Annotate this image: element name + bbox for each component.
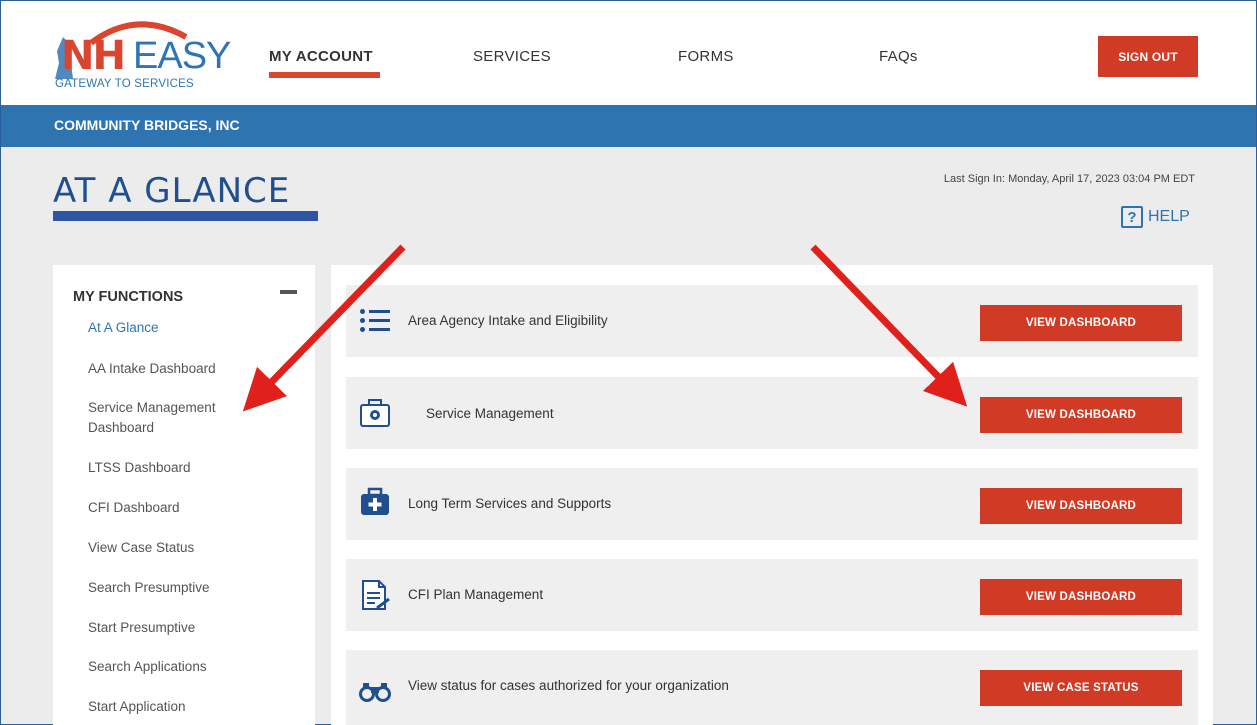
sidebar-item-aa-intake-dashboard[interactable]: AA Intake Dashboard xyxy=(88,359,288,379)
view-dashboard-button[interactable]: VIEW DASHBOARD xyxy=(980,305,1182,341)
logo-nh-text: NH xyxy=(61,33,126,79)
nheasy-logo[interactable]: NH EASY GATEWAY TO SERVICES xyxy=(51,15,231,95)
card-label: CFI Plan Management xyxy=(408,587,544,602)
sidebar-item-search-applications[interactable]: Search Applications xyxy=(88,657,288,677)
page-title: AT A GLANCE xyxy=(53,171,291,211)
sidebar-item-view-case-status[interactable]: View Case Status xyxy=(88,538,288,558)
binoculars-icon xyxy=(359,676,391,708)
card-label: Long Term Services and Supports xyxy=(408,496,612,511)
sidebar-item-start-presumptive[interactable]: Start Presumptive xyxy=(88,618,288,638)
list-icon xyxy=(359,305,391,337)
sidebar-item-service-management-dashboard[interactable]: Service Management Dashboard xyxy=(88,398,248,438)
view-dashboard-button[interactable]: VIEW DASHBOARD xyxy=(980,488,1182,524)
functions-sidebar: MY FUNCTIONS At A Glance AA Intake Dashb… xyxy=(53,265,315,725)
organization-name: COMMUNITY BRIDGES, INC xyxy=(54,117,240,133)
document-edit-icon xyxy=(359,579,391,611)
sidebar-item-cfi-dashboard[interactable]: CFI Dashboard xyxy=(88,498,288,518)
medical-kit-outline-icon xyxy=(359,397,391,429)
card-area-agency-intake: Area Agency Intake and Eligibility VIEW … xyxy=(346,285,1198,357)
sidebar-item-at-a-glance[interactable]: At A Glance xyxy=(88,318,288,338)
card-view-case-status: View status for cases authorized for you… xyxy=(346,650,1198,725)
dashboard-panel: Area Agency Intake and Eligibility VIEW … xyxy=(331,265,1213,725)
help-link[interactable]: ? HELP xyxy=(1121,206,1190,228)
view-case-status-button[interactable]: VIEW CASE STATUS xyxy=(980,670,1182,706)
help-icon: ? xyxy=(1121,206,1143,228)
organization-bar: COMMUNITY BRIDGES, INC xyxy=(1,105,1256,147)
collapse-minus-icon[interactable] xyxy=(280,290,297,294)
view-dashboard-button[interactable]: VIEW DASHBOARD xyxy=(980,579,1182,615)
sidebar-item-search-presumptive[interactable]: Search Presumptive xyxy=(88,578,288,598)
card-label: Service Management xyxy=(426,406,554,421)
sidebar-item-start-application[interactable]: Start Application xyxy=(88,697,288,717)
nav-my-account[interactable]: MY ACCOUNT xyxy=(269,48,373,65)
view-dashboard-button[interactable]: VIEW DASHBOARD xyxy=(980,397,1182,433)
sidebar-heading: MY FUNCTIONS xyxy=(73,289,184,305)
card-label: Area Agency Intake and Eligibility xyxy=(408,313,608,328)
medical-kit-icon xyxy=(359,486,391,518)
sign-out-button[interactable]: SIGN OUT xyxy=(1098,36,1198,77)
card-long-term-services: Long Term Services and Supports VIEW DAS… xyxy=(346,468,1198,540)
nav-forms[interactable]: FORMS xyxy=(678,48,734,65)
card-label: View status for cases authorized for you… xyxy=(408,678,729,693)
logo-easy-text: EASY xyxy=(133,35,231,77)
nav-active-underline xyxy=(269,72,380,78)
sidebar-item-ltss-dashboard[interactable]: LTSS Dashboard xyxy=(88,458,288,478)
card-cfi-plan-management: CFI Plan Management VIEW DASHBOARD xyxy=(346,559,1198,631)
logo-tagline: GATEWAY TO SERVICES xyxy=(55,78,194,90)
top-header: NH EASY GATEWAY TO SERVICES MY ACCOUNT S… xyxy=(1,1,1256,105)
card-service-management: Service Management VIEW DASHBOARD xyxy=(346,377,1198,449)
nav-services[interactable]: SERVICES xyxy=(473,48,551,65)
last-sign-in: Last Sign In: Monday, April 17, 2023 03:… xyxy=(943,173,1195,185)
help-label: HELP xyxy=(1148,208,1190,225)
page-title-underline xyxy=(53,211,318,221)
nav-faqs[interactable]: FAQs xyxy=(879,48,918,65)
